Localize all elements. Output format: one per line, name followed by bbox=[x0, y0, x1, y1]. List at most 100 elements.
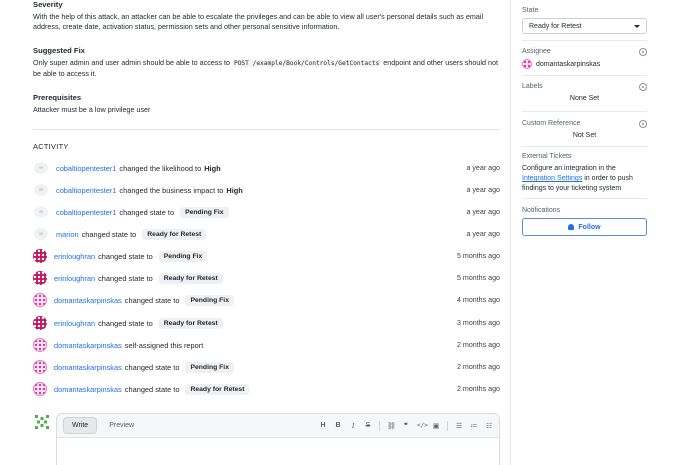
activity-item: erinloughran changed state to Pending Fix 5… bbox=[33, 248, 500, 264]
activity-user-link[interactable]: cobaltiopentester1 bbox=[56, 208, 116, 217]
user-avatar bbox=[33, 338, 47, 352]
write-tab[interactable]: Write bbox=[63, 417, 98, 434]
activity-item: domantaskarpinskas changed state to Pendin… bbox=[33, 292, 500, 308]
activity-item: domantaskarpinskas changed state to Ready … bbox=[33, 381, 500, 397]
activity-timestamp: a year ago bbox=[466, 164, 500, 172]
bold-icon[interactable]: B bbox=[334, 422, 342, 429]
gear-icon[interactable] bbox=[639, 83, 647, 91]
activity-item: ∞ cobaltiopentester1 changed the likelihoo… bbox=[33, 160, 500, 176]
activity-user-link[interactable]: domantaskarpinskas bbox=[54, 385, 122, 394]
fix-text-before: Only super admin and user admin should b… bbox=[33, 58, 230, 67]
activity-user-link[interactable]: marion bbox=[56, 230, 79, 239]
activity-title: ACTIVITY bbox=[33, 142, 69, 151]
link-icon[interactable]: ⛓ bbox=[387, 422, 396, 430]
state-select[interactable]: Ready for Retest bbox=[522, 18, 647, 34]
activity-user-link[interactable]: cobaltiopentester1 bbox=[56, 186, 116, 195]
activity-user-link[interactable]: domantaskarpinskas bbox=[54, 341, 122, 350]
bullet-list-icon[interactable]: ☰ bbox=[455, 422, 463, 430]
activity-item: ∞ cobaltiopentester1 changed the business … bbox=[33, 182, 500, 198]
activity-action: changed state to bbox=[81, 229, 137, 239]
chevron-down-icon bbox=[634, 24, 640, 28]
activity-action: changed state to bbox=[98, 251, 153, 261]
custom-reference-section: Custom Reference bbox=[522, 118, 647, 128]
labels-label: Labels bbox=[522, 83, 543, 90]
sidebar-divider bbox=[522, 40, 647, 41]
comment-editor[interactable]: Write Preview H B I S ⛓ ❞ </> ▣ ☰ ≔ ☷ bbox=[56, 413, 500, 465]
user-avatar bbox=[33, 271, 47, 285]
sidebar-divider bbox=[522, 75, 647, 76]
system-avatar-icon: ∞ bbox=[34, 184, 48, 196]
numbered-list-icon[interactable]: ≔ bbox=[470, 422, 478, 430]
sidebar-divider bbox=[510, 0, 511, 465]
user-avatar bbox=[33, 249, 47, 263]
activity-user-link[interactable]: cobaltiopentester1 bbox=[56, 164, 116, 173]
assignee-value-row: domantaskarpinskas bbox=[522, 59, 647, 69]
state-value: Ready for Retest bbox=[529, 22, 582, 30]
activity-item: ∞ cobaltiopentester1 changed state to Pendi… bbox=[33, 204, 500, 220]
activity-timestamp: 2 months ago bbox=[457, 363, 500, 371]
user-avatar bbox=[33, 293, 47, 307]
integration-settings-link[interactable]: Integration Settings bbox=[522, 175, 582, 182]
state-badge: Ready for Retest bbox=[142, 228, 207, 240]
external-tickets-section: External Tickets bbox=[522, 151, 647, 160]
activity-timestamp: a year ago bbox=[466, 186, 500, 194]
activity-timestamp: a year ago bbox=[466, 208, 500, 216]
state-badge: Pending Fix bbox=[158, 250, 208, 262]
activity-timestamp: 3 months ago bbox=[457, 319, 500, 327]
activity-item: ∞ marion changed state to Ready for Retest a… bbox=[33, 226, 500, 242]
activity-action: changed the likelihood to bbox=[119, 163, 202, 173]
activity-timestamp: 4 months ago bbox=[457, 296, 500, 304]
activity-user-link[interactable]: domantaskarpinskas bbox=[54, 363, 122, 372]
severity-heading: Severity bbox=[33, 0, 63, 9]
activity-user-link[interactable]: erinloughran bbox=[54, 252, 95, 261]
heading-icon[interactable]: H bbox=[319, 422, 327, 429]
severity-text: With the help of this attack, an attacke… bbox=[33, 12, 484, 31]
suggested-fix-text: Only super admin and user admin should b… bbox=[33, 58, 500, 79]
task-list-icon[interactable]: ☷ bbox=[485, 422, 493, 430]
notifications-label: Notifications bbox=[522, 207, 561, 214]
activity-value: High bbox=[204, 163, 221, 173]
activity-timestamp: 2 months ago bbox=[457, 385, 500, 393]
activity-user-link[interactable]: domantaskarpinskas bbox=[54, 296, 122, 305]
assignee-name: domantaskarpinskas bbox=[536, 60, 601, 68]
user-avatar bbox=[33, 360, 47, 374]
state-badge: Ready for Retest bbox=[158, 272, 223, 284]
labels-section: Labels bbox=[522, 81, 647, 91]
activity-timestamp: 5 months ago bbox=[457, 252, 500, 260]
assignee-label: Assignee bbox=[522, 48, 551, 55]
gear-icon[interactable] bbox=[639, 120, 647, 128]
assignee-avatar bbox=[522, 59, 532, 69]
follow-label: Follow bbox=[578, 223, 601, 231]
activity-user-link[interactable]: erinloughran bbox=[54, 319, 95, 328]
state-label: State bbox=[522, 7, 539, 14]
state-badge: Ready for Retest bbox=[185, 383, 250, 395]
external-tickets-label: External Tickets bbox=[522, 153, 572, 160]
activity-action: changed state to bbox=[98, 318, 153, 328]
quote-icon[interactable]: ❞ bbox=[402, 422, 410, 430]
sidebar-divider bbox=[522, 198, 647, 199]
formatting-tools: H B I S ⛓ ❞ </> ▣ ☰ ≔ ☷ bbox=[319, 420, 493, 431]
image-icon[interactable]: ▣ bbox=[432, 422, 440, 430]
activity-timestamp: 5 months ago bbox=[457, 274, 500, 282]
state-badge: Pending Fix bbox=[180, 206, 229, 218]
activity-action: changed state to bbox=[119, 207, 175, 217]
preview-tab[interactable]: Preview bbox=[101, 418, 142, 433]
activity-timestamp: 2 months ago bbox=[457, 341, 500, 349]
code-icon[interactable]: </> bbox=[417, 422, 428, 429]
custom-reference-label: Custom Reference bbox=[522, 120, 581, 127]
activity-action: changed state to bbox=[124, 362, 180, 372]
gear-icon[interactable] bbox=[639, 48, 647, 56]
activity-action: changed state to bbox=[98, 273, 153, 283]
custom-reference-value: Not Set bbox=[572, 132, 597, 139]
italic-icon[interactable]: I bbox=[349, 422, 357, 430]
toolbar-separator bbox=[447, 420, 448, 431]
follow-button[interactable]: Follow bbox=[522, 218, 647, 236]
section-divider bbox=[33, 129, 500, 130]
toolbar-separator bbox=[379, 420, 380, 431]
prerequisites-text: Attacker must be a low privilege user bbox=[33, 105, 151, 114]
strikethrough-icon[interactable]: S bbox=[364, 422, 372, 429]
activity-user-link[interactable]: erinloughran bbox=[54, 274, 95, 283]
activity-value: High bbox=[226, 185, 243, 195]
state-badge: Pending Fix bbox=[185, 294, 234, 306]
activity-item: erinloughran changed state to Ready for Re… bbox=[33, 270, 500, 286]
